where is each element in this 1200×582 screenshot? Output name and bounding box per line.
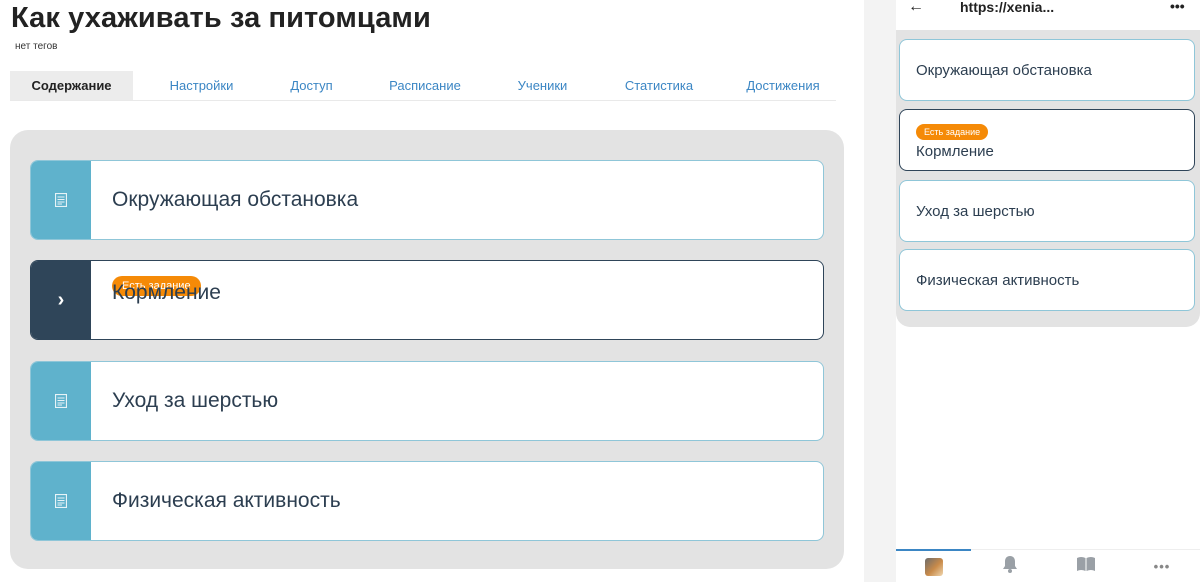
lesson-card-side bbox=[31, 362, 91, 440]
lesson-card-side bbox=[31, 462, 91, 540]
lesson-card-current[interactable]: › Есть задание Кормление bbox=[30, 260, 824, 340]
lesson-card[interactable]: Уход за шерстью bbox=[30, 361, 824, 441]
mobile-lesson-list: Окружающая обстановка Есть задание Кормл… bbox=[896, 30, 1200, 327]
lesson-card-side bbox=[31, 161, 91, 239]
url-text[interactable]: https://xenia... bbox=[960, 0, 1054, 14]
document-icon bbox=[55, 494, 67, 508]
nav-courses[interactable] bbox=[1048, 550, 1124, 582]
nav-profile[interactable] bbox=[896, 550, 972, 582]
tab-content[interactable]: Содержание bbox=[10, 71, 133, 100]
lesson-title: Уход за шерстью bbox=[112, 389, 279, 412]
mobile-lesson-card[interactable]: Окружающая обстановка bbox=[899, 39, 1195, 101]
lesson-card-side: › bbox=[31, 261, 91, 339]
lesson-title: Уход за шерстью bbox=[916, 202, 1035, 220]
lesson-title: Кормление bbox=[916, 143, 994, 160]
tab-access[interactable]: Доступ bbox=[270, 71, 353, 100]
chevron-right-icon: › bbox=[57, 289, 65, 311]
lesson-card[interactable]: Окружающая обстановка bbox=[30, 160, 824, 240]
tags-label: нет тегов bbox=[15, 41, 58, 52]
lesson-title: Окружающая обстановка bbox=[112, 188, 359, 211]
tab-schedule[interactable]: Расписание bbox=[353, 71, 497, 100]
lesson-title: Физическая активность bbox=[112, 489, 341, 512]
lesson-list: Окружающая обстановка › Есть задание Кор… bbox=[10, 130, 844, 569]
more-icon[interactable]: ••• bbox=[1170, 0, 1185, 13]
lesson-card[interactable]: Физическая активность bbox=[30, 461, 824, 541]
mobile-lesson-card-current[interactable]: Есть задание Кормление bbox=[899, 109, 1195, 171]
nav-more[interactable]: ••• bbox=[1124, 550, 1200, 582]
mobile-bottom-nav: ••• bbox=[896, 549, 1200, 582]
tab-statistics[interactable]: Статистика bbox=[588, 71, 730, 100]
document-icon bbox=[55, 394, 67, 408]
more-icon: ••• bbox=[1153, 559, 1171, 574]
mobile-lesson-card[interactable]: Уход за шерстью bbox=[899, 180, 1195, 242]
tab-settings[interactable]: Настройки bbox=[133, 71, 270, 100]
mobile-view: ← https://xenia... ••• Окружающая обстан… bbox=[896, 0, 1200, 582]
arrow-left-icon[interactable]: ← bbox=[908, 0, 924, 15]
tab-students[interactable]: Ученики bbox=[497, 71, 588, 100]
task-badge: Есть задание bbox=[916, 124, 989, 140]
document-icon bbox=[55, 193, 67, 207]
mobile-address-bar: ← https://xenia... ••• bbox=[896, 0, 1200, 28]
tab-achievements[interactable]: Достижения bbox=[730, 71, 836, 100]
nav-notifications[interactable] bbox=[972, 550, 1048, 582]
screen: Как ухаживать за питомцами нет тегов Сод… bbox=[0, 0, 1200, 582]
lesson-title: Физическая активность bbox=[916, 271, 1080, 289]
lesson-title: Кормление bbox=[112, 281, 221, 304]
book-icon bbox=[1076, 556, 1096, 577]
mobile-lesson-card[interactable]: Физическая активность bbox=[899, 249, 1195, 311]
desktop-view: Как ухаживать за питомцами нет тегов Сод… bbox=[0, 0, 864, 582]
lesson-title: Окружающая обстановка bbox=[916, 61, 1092, 79]
bell-icon bbox=[1002, 555, 1018, 578]
avatar-icon bbox=[925, 557, 943, 576]
tab-bar: Содержание Настройки Доступ Расписание У… bbox=[10, 71, 836, 101]
page-title: Как ухаживать за питомцами bbox=[11, 2, 431, 34]
